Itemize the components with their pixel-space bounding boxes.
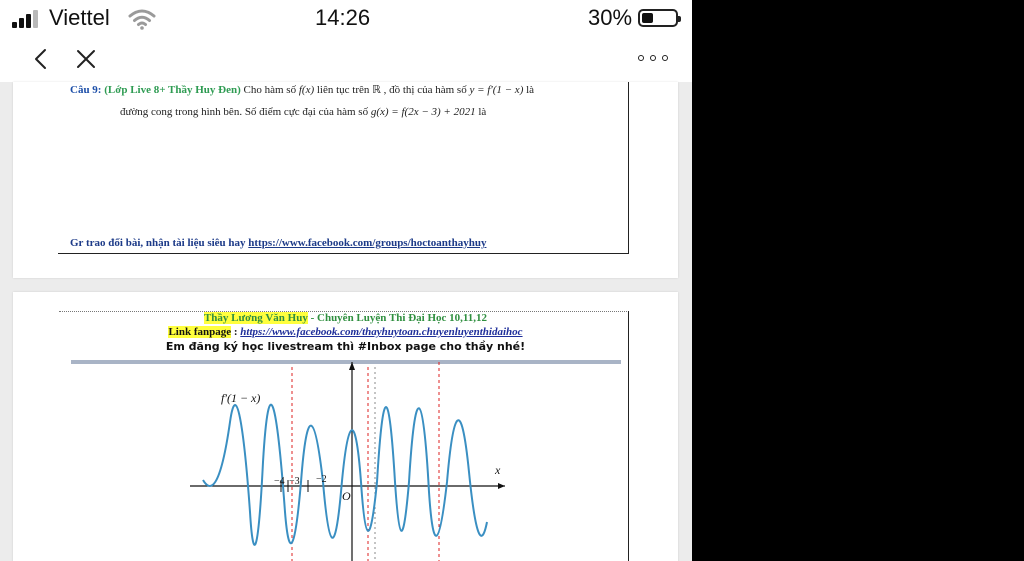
curve-label: f′(1 − x)	[221, 391, 260, 405]
tick-label-neg2: −2	[316, 474, 327, 485]
question-label: Câu 9:	[70, 84, 102, 96]
question-text: đường cong trong hình bên. Số điểm cực đ…	[120, 106, 369, 118]
math-y: y = f′(1 − x)	[469, 84, 524, 96]
signal-icon	[12, 10, 42, 28]
carrier-name: Viettel	[49, 5, 110, 30]
question-text: Cho hàm số	[243, 84, 297, 96]
question-source: (Lớp Live 8+ Thầy Huy Đen)	[104, 84, 241, 96]
question-text: là	[526, 84, 535, 96]
group-text: Gr trao đổi bài, nhận tài liệu siêu hay	[70, 237, 246, 249]
battery-percentage: 30%	[588, 5, 633, 30]
x-axis-arrow	[498, 483, 505, 489]
question-line-2: đường cong trong hình bên. Số điểm cực đ…	[120, 106, 486, 118]
back-button[interactable]	[26, 44, 56, 74]
origin-label: O	[342, 489, 351, 503]
math-g: g(x) = f(2x − 3) + 2021	[370, 106, 476, 118]
clock: 14:26	[315, 5, 371, 30]
more-icon	[638, 55, 644, 61]
document-page-1: Câu 9: (Lớp Live 8+ Thầy Huy Đen) Cho hà…	[13, 82, 678, 278]
livestream-promo: Em đăng ký học livestream thì #Inbox pag…	[165, 340, 526, 353]
question-text: liên tục trên ℝ , đồ thị của hàm số	[316, 84, 467, 96]
y-axis-arrow	[349, 362, 355, 370]
question-line-1: Câu 9: (Lớp Live 8+ Thầy Huy Đen) Cho hà…	[70, 83, 534, 96]
close-icon	[77, 50, 95, 68]
group-promo: Gr trao đổi bài, nhận tài liệu siêu hay …	[70, 237, 486, 249]
header-fanpage-line: Link fanpage : https://www.facebook.com/…	[13, 326, 678, 338]
close-button[interactable]	[71, 44, 101, 74]
status-bar: Viettel 14:26 30%	[0, 0, 692, 36]
fanpage-label: Link fanpage	[168, 326, 232, 338]
wifi-icon	[128, 9, 156, 30]
question-text: là	[478, 106, 487, 118]
tick-label-neg4: −4	[274, 476, 285, 487]
header-teacher-line: Thầy Lương Văn Huy - Chuyên Luyện Thi Đạ…	[13, 312, 678, 324]
chevron-left-icon	[35, 49, 46, 69]
teacher-courses: - Chuyên Luyện Thi Đại Học 10,11,12	[310, 312, 488, 324]
more-button[interactable]	[638, 48, 668, 68]
tick-label-neg3: −3	[289, 476, 300, 487]
navigation-bar	[0, 36, 692, 82]
function-curve	[202, 403, 488, 546]
battery-icon	[638, 9, 681, 27]
math-fx: f(x)	[298, 84, 315, 96]
document-page-2: Thầy Lương Văn Huy - Chuyên Luyện Thi Đạ…	[13, 292, 678, 561]
x-axis-label: x	[494, 463, 501, 477]
fanpage-link[interactable]: https://www.facebook.com/thayhuytoan.chu…	[240, 326, 522, 338]
group-link[interactable]: https://www.facebook.com/groups/hoctoant…	[248, 237, 486, 249]
fanpage-separator: :	[231, 326, 241, 338]
function-graph: f′(1 − x) x O −4 −3 −2	[190, 362, 505, 561]
phone-screen: Viettel 14:26 30% Câu 9: (Lớp Live 8+ Th…	[0, 0, 692, 561]
teacher-name: Thầy Lương Văn Huy	[203, 312, 308, 324]
